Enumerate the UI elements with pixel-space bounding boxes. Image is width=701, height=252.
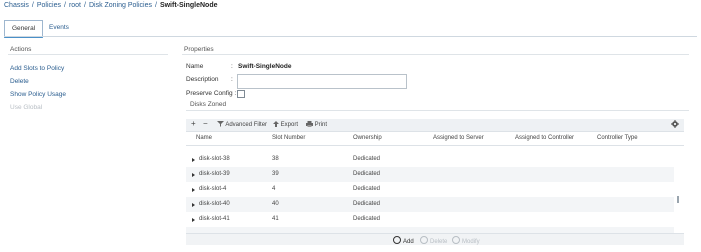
modify-button-label: Modify xyxy=(462,239,480,245)
name-label: Name xyxy=(186,63,204,70)
expand-arrow-icon[interactable] xyxy=(192,188,195,192)
row-ownership: Dedicated xyxy=(353,171,381,177)
filter-icon xyxy=(217,121,224,127)
actions-title: Actions xyxy=(10,46,32,53)
row-slot-number: 39 xyxy=(272,171,279,177)
table-header-divider xyxy=(186,145,684,146)
column-header-ownership[interactable]: Ownership xyxy=(353,135,382,141)
breadcrumb-root[interactable]: root xyxy=(69,2,81,9)
table-action-bar: Add Delete Modify xyxy=(186,233,684,245)
use-global-link: Use Global xyxy=(10,104,43,111)
add-button[interactable]: Add xyxy=(393,236,414,245)
table-scrollbar[interactable] xyxy=(677,196,679,203)
breadcrumb-separator: / xyxy=(84,2,86,9)
breadcrumb-separator: / xyxy=(31,2,34,9)
properties-divider xyxy=(182,54,689,55)
expand-arrow-icon[interactable] xyxy=(192,173,195,177)
row-ownership: Dedicated xyxy=(353,156,381,162)
row-name: disk-slot-38 xyxy=(199,156,230,162)
table-row[interactable]: disk-slot-40 40 Dedicated xyxy=(186,197,674,212)
row-name: disk-slot-39 xyxy=(199,171,230,177)
advanced-filter-label: Advanced Filter xyxy=(225,122,268,128)
modify-circle-icon xyxy=(452,236,460,244)
expand-arrow-icon[interactable] xyxy=(192,203,195,207)
name-value: Swift-SingleNode xyxy=(238,63,292,70)
print-label: Print xyxy=(314,122,328,128)
name-separator: : xyxy=(231,63,233,70)
table-row[interactable]: disk-slot-41 41 Dedicated xyxy=(186,212,674,227)
remove-row-button[interactable]: − xyxy=(203,119,208,128)
gear-icon[interactable] xyxy=(671,120,679,128)
column-header-slot-number[interactable]: Slot Number xyxy=(272,135,305,141)
delete-link[interactable]: Delete xyxy=(10,78,29,85)
row-ownership: Dedicated xyxy=(353,216,381,222)
print-button[interactable]: Print xyxy=(306,121,327,128)
add-slots-to-policy-link[interactable]: Add Slots to Policy xyxy=(10,65,64,72)
row-slot-number: 4 xyxy=(272,186,276,192)
delete-button-label: Delete xyxy=(430,239,448,245)
row-slot-number: 38 xyxy=(272,156,279,162)
description-label: Description xyxy=(186,76,219,83)
row-name: disk-slot-41 xyxy=(199,216,230,222)
export-button[interactable]: Export xyxy=(273,121,298,128)
breadcrumb-chassis[interactable]: Chassis xyxy=(4,2,29,9)
disks-zoned-divider xyxy=(186,110,689,111)
delete-circle-icon xyxy=(420,236,428,244)
show-policy-usage-link[interactable]: Show Policy Usage xyxy=(10,91,66,98)
delete-button: Delete xyxy=(420,236,447,245)
table-row[interactable]: disk-slot-39 39 Dedicated xyxy=(186,167,674,182)
tab-divider xyxy=(4,36,697,37)
column-header-assigned-to-controller[interactable]: Assigned to Controller xyxy=(515,135,574,141)
properties-title: Properties xyxy=(184,46,214,53)
column-header-controller-type[interactable]: Controller Type xyxy=(597,135,638,141)
disks-zoned-label: Disks Zoned xyxy=(190,101,227,108)
description-input[interactable] xyxy=(237,74,407,89)
row-ownership: Dedicated xyxy=(353,186,381,192)
column-header-assigned-to-server[interactable]: Assigned to Server xyxy=(433,135,484,141)
export-icon xyxy=(273,121,279,127)
breadcrumb: Chassis / Policies / root / Disk Zoning Polici… xyxy=(4,2,218,9)
add-button-label: Add xyxy=(403,239,414,245)
advanced-filter-button[interactable]: Advanced Filter xyxy=(217,121,267,128)
breadcrumb-separator: / xyxy=(154,2,157,9)
expand-arrow-icon[interactable] xyxy=(192,218,195,222)
table-toolbar: + − Advanced Filter Export Print xyxy=(186,119,684,132)
tab-events[interactable]: Events xyxy=(42,20,76,35)
preserve-config-checkbox[interactable] xyxy=(237,90,245,98)
breadcrumb-policies[interactable]: Policies xyxy=(37,2,61,9)
breadcrumb-separator: / xyxy=(63,2,66,9)
row-name: disk-slot-40 xyxy=(199,201,230,207)
expand-arrow-icon[interactable] xyxy=(192,158,195,162)
table-row[interactable]: disk-slot-38 38 Dedicated xyxy=(186,152,674,167)
row-ownership: Dedicated xyxy=(353,201,381,207)
description-separator: : xyxy=(231,76,233,83)
add-row-button[interactable]: + xyxy=(191,119,196,128)
breadcrumb-disk-zoning-policies[interactable]: Disk Zoning Policies xyxy=(89,2,152,9)
add-circle-icon xyxy=(393,236,401,244)
preserve-config-label: Preserve Config : xyxy=(186,90,237,97)
breadcrumb-current: Swift-SingleNode xyxy=(159,2,218,9)
column-header-name[interactable]: Name xyxy=(196,135,212,141)
row-slot-number: 41 xyxy=(272,216,279,222)
row-name: disk-slot-4 xyxy=(199,186,227,192)
export-label: Export xyxy=(280,122,299,128)
print-icon xyxy=(306,121,313,127)
modify-button: Modify xyxy=(452,236,480,245)
actions-divider xyxy=(8,54,168,55)
table-row[interactable]: disk-slot-4 4 Dedicated xyxy=(186,182,674,197)
row-slot-number: 40 xyxy=(272,201,279,207)
